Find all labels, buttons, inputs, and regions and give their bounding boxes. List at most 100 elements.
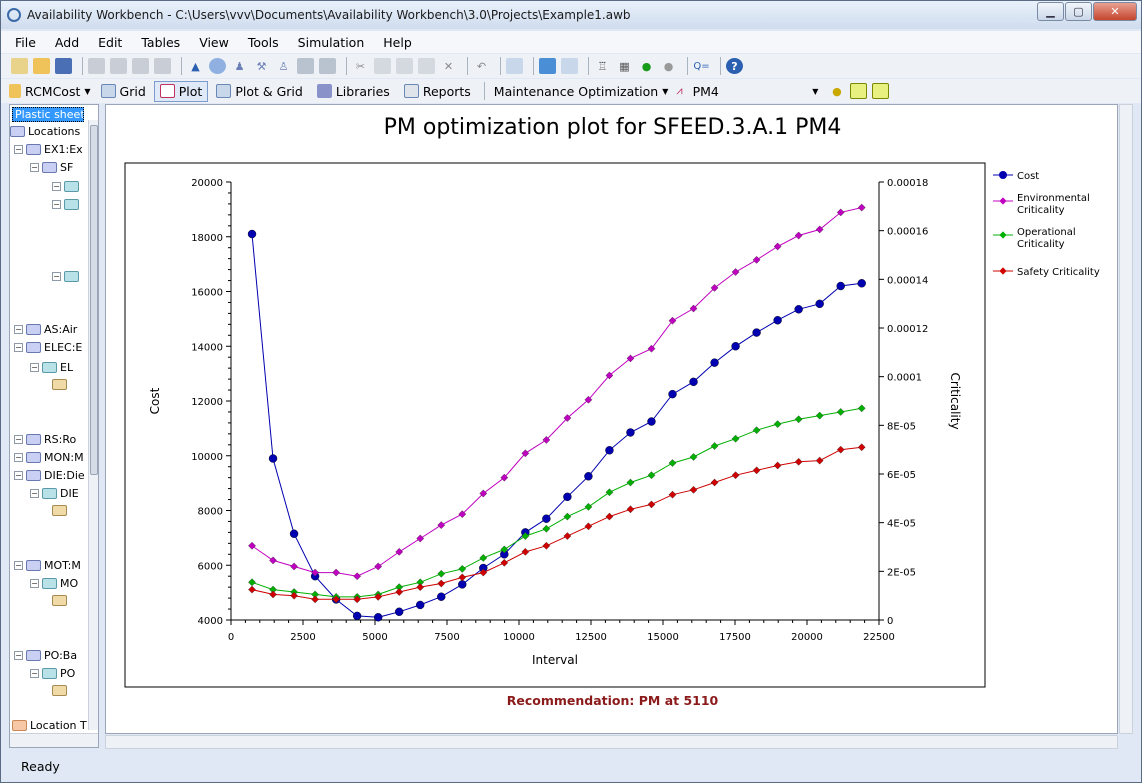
robot-icon[interactable]: ♖ (594, 58, 611, 74)
tree-item[interactable]: − RS:Ro (14, 433, 76, 446)
rcm-dropdown[interactable]: RCMCost ▼ (5, 81, 95, 102)
plot-button[interactable]: Plot (153, 80, 209, 102)
tree-vertical-scrollbar[interactable] (88, 120, 98, 730)
library-icon[interactable] (319, 58, 336, 74)
calendar-icon[interactable]: ▦ (616, 58, 633, 74)
traffic-light-icon[interactable]: ● (828, 83, 845, 99)
tree-item[interactable]: − (52, 271, 82, 282)
tree-expander-icon[interactable]: − (30, 489, 39, 498)
tree-expander-icon[interactable]: − (30, 363, 39, 372)
tree-item[interactable]: − MO (30, 577, 78, 590)
tree-item[interactable]: Locations (10, 125, 80, 138)
menu-edit[interactable]: Edit (98, 35, 122, 50)
tree-expander-icon[interactable]: − (52, 272, 61, 281)
paste-special-icon[interactable] (418, 58, 435, 74)
tree-node-icon (42, 488, 57, 499)
minimize-icon[interactable]: ▁ (1037, 2, 1064, 21)
tree-expander-icon[interactable]: − (14, 471, 23, 480)
data-point (710, 442, 719, 450)
pm-optimization-chart[interactable]: 0 2500 5000 7500 10000 12500 15000 17500 20000 22… (106, 105, 1117, 705)
delete-icon[interactable]: ✕ (440, 58, 457, 74)
disabled-icon-1[interactable] (88, 58, 105, 74)
traffic-light-off-icon[interactable]: ● (660, 58, 677, 74)
open-folder-icon[interactable] (33, 58, 50, 74)
tree-item[interactable]: − PO:Ba (14, 649, 77, 662)
query-icon[interactable]: Q= (693, 58, 710, 74)
menu-simulation[interactable]: Simulation (298, 35, 365, 50)
tree-item[interactable]: − EX1:Ex (14, 143, 83, 156)
tree-expander-icon[interactable]: − (52, 200, 61, 209)
tree-item[interactable]: − (52, 199, 82, 210)
tree-expander-icon[interactable]: − (14, 453, 23, 462)
tree-expander-icon[interactable]: − (14, 435, 23, 444)
table-icon[interactable] (506, 58, 523, 74)
reports-button[interactable]: Reports (398, 81, 477, 102)
mode-dropdown[interactable]: Maintenance Optimization ▼ (490, 81, 673, 102)
menu-file[interactable]: File (15, 35, 36, 50)
person-icon[interactable]: ♟ (231, 58, 248, 74)
new-project-icon[interactable] (11, 58, 28, 74)
tool-icon[interactable]: ⚒ (253, 58, 270, 74)
paste-icon[interactable] (396, 58, 413, 74)
help-icon[interactable]: ? (726, 58, 743, 74)
grid-button[interactable]: Grid (95, 81, 152, 102)
traffic-light-icon[interactable]: ● (638, 58, 655, 74)
tree-item[interactable]: − DIE (30, 487, 79, 500)
tree-item[interactable]: − MOT:M (14, 559, 81, 572)
disabled-icon-4[interactable] (154, 58, 171, 74)
menu-add[interactable]: Add (55, 35, 79, 50)
tree-item[interactable]: − MON:M (14, 451, 84, 464)
menu-help[interactable]: Help (383, 35, 412, 50)
cut-icon[interactable]: ✂ (352, 58, 369, 74)
tree-item[interactable] (52, 505, 70, 516)
menu-tools[interactable]: Tools (248, 35, 279, 50)
tree-item[interactable] (52, 685, 70, 696)
tree-item[interactable]: Location T (12, 719, 87, 732)
menu-tables[interactable]: Tables (141, 35, 180, 50)
maximize-icon[interactable]: ▢ (1065, 2, 1092, 21)
tree-expander-icon[interactable]: − (30, 669, 39, 678)
tree-item[interactable]: − EL (30, 361, 73, 374)
report-icon[interactable] (561, 58, 578, 74)
export-icon[interactable] (850, 83, 868, 99)
lightbulb-icon[interactable] (539, 58, 556, 74)
tree-item[interactable]: − ELEC:E (14, 341, 82, 354)
gear-icon[interactable] (209, 58, 226, 74)
tree-expander-icon[interactable]: − (14, 145, 23, 154)
stack-icon[interactable] (297, 58, 314, 74)
menu-view[interactable]: View (199, 35, 229, 50)
close-icon[interactable]: ✕ (1093, 2, 1137, 21)
tree-expander-icon[interactable]: − (30, 163, 39, 172)
tree-expander-icon[interactable]: − (14, 325, 23, 334)
tree-horizontal-scrollbar[interactable] (10, 733, 98, 747)
save-icon[interactable] (55, 58, 72, 74)
tree-expander-icon[interactable]: − (30, 579, 39, 588)
tree-expander-icon[interactable]: − (14, 343, 23, 352)
disabled-icon-3[interactable] (132, 58, 149, 74)
plot-vertical-scrollbar[interactable] (1119, 104, 1133, 734)
tree-item[interactable]: − SF (30, 161, 73, 174)
data-point (689, 377, 698, 387)
tree-expander-icon[interactable]: − (14, 651, 23, 660)
undo-icon[interactable]: ↶ (473, 58, 490, 74)
pm-dropdown[interactable]: ⩘ PM4 ▼ (672, 81, 822, 102)
tree-item[interactable] (52, 595, 70, 606)
copy-icon[interactable] (374, 58, 391, 74)
tree-expander-icon[interactable]: − (52, 182, 61, 191)
table-export-icon[interactable] (872, 83, 890, 99)
plot-grid-button[interactable]: Plot & Grid (210, 81, 309, 102)
tree-item[interactable]: − DIE:Die (14, 469, 85, 482)
plot-horizontal-scrollbar[interactable] (105, 735, 1118, 749)
y2-tick-label: 0.0001 (887, 373, 922, 384)
disabled-icon-2[interactable] (110, 58, 127, 74)
tree-selected-item[interactable]: Plastic sheet e (12, 107, 84, 122)
libraries-button[interactable]: Libraries (311, 81, 396, 102)
tree-item[interactable]: − PO (30, 667, 75, 680)
tree-item[interactable] (52, 379, 70, 390)
tree-item[interactable]: − AS:Air (14, 323, 77, 336)
people-icon[interactable]: ♙ (275, 58, 292, 74)
tree-scroll-thumb[interactable] (90, 125, 98, 475)
warning-triangle-icon[interactable]: ▲ (187, 58, 204, 74)
tree-item[interactable]: − (52, 181, 82, 192)
tree-expander-icon[interactable]: − (14, 561, 23, 570)
